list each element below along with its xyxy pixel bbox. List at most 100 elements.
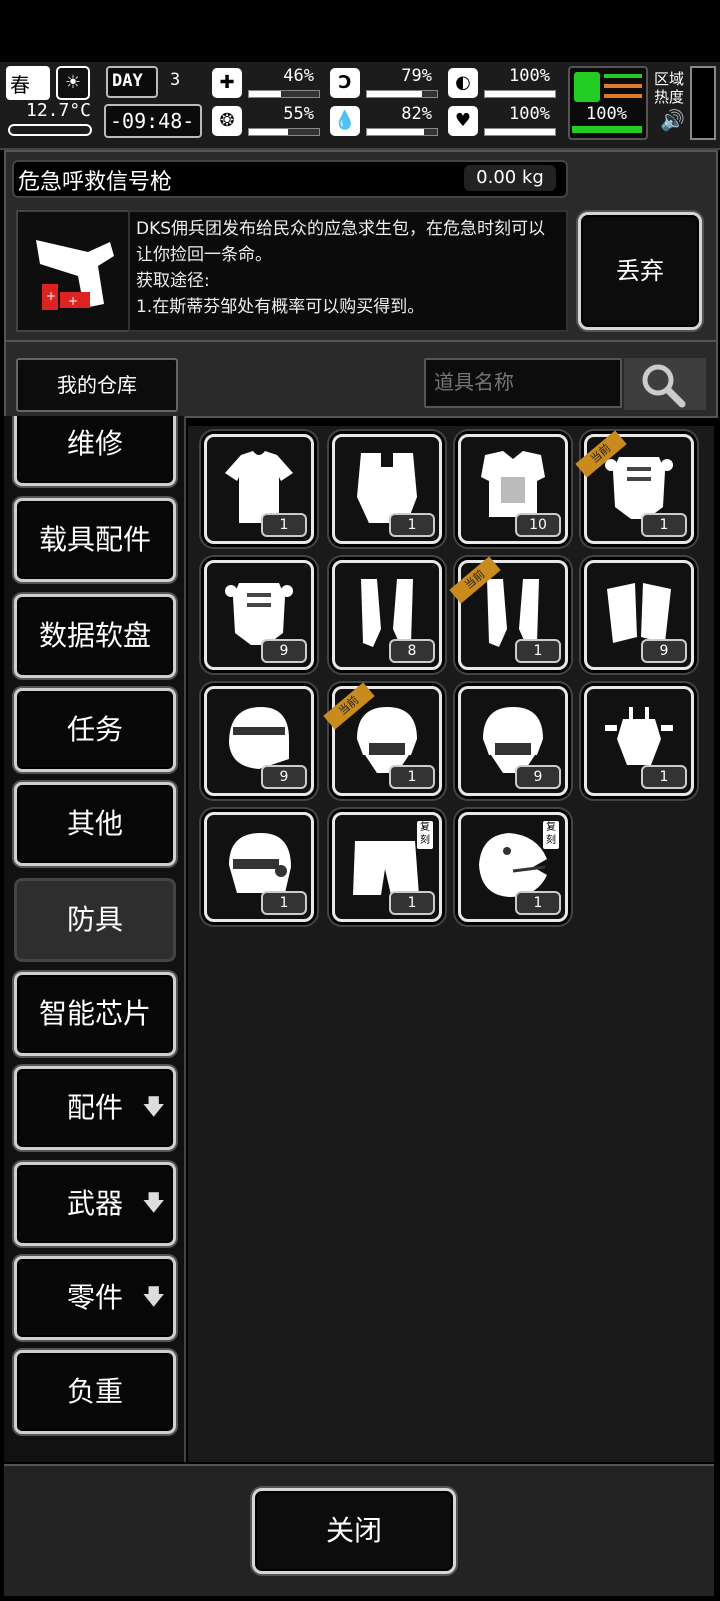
item-slot[interactable]: 9: [204, 686, 314, 796]
category-repair[interactable]: 维修: [14, 416, 176, 486]
category-quest[interactable]: 任务: [14, 688, 176, 772]
zone-heat-meter: [690, 66, 716, 140]
category-attachments[interactable]: 配件 🡇: [14, 1066, 176, 1150]
day-badge: DAY: [106, 66, 158, 98]
system-status-bar: [0, 0, 720, 62]
day-label: DAY: [112, 71, 143, 91]
discard-button[interactable]: 丢弃: [578, 212, 702, 330]
clock-readout: -09:48-: [110, 109, 195, 133]
category-label: 防具: [66, 903, 123, 936]
item-slot[interactable]: 当前 1: [449, 556, 568, 670]
item-slot[interactable]: 1: [204, 434, 314, 544]
category-load[interactable]: 负重: [14, 1350, 176, 1434]
item-slot[interactable]: 复刻 1: [332, 812, 442, 922]
category-label: 载具配件: [38, 523, 151, 556]
clock-box: -09:48-: [104, 104, 202, 138]
stamina-bar: [572, 126, 642, 133]
item-count: 1: [261, 513, 307, 537]
close-button[interactable]: 关闭: [252, 1488, 456, 1574]
svg-text:+: +: [46, 289, 56, 303]
item-count: 1: [641, 765, 687, 789]
category-vehicle-parts[interactable]: 载具配件: [14, 498, 176, 582]
category-data-disk[interactable]: 数据软盘: [14, 594, 176, 678]
health-bar: [248, 90, 320, 98]
item-thumbnail: + +: [16, 210, 132, 332]
mood-value: 100%: [509, 104, 550, 124]
sun-icon: ☀: [56, 66, 90, 100]
item-name: 危急呼救信号枪: [18, 170, 173, 195]
item-slot[interactable]: 10: [458, 434, 568, 544]
item-slot[interactable]: 1: [204, 812, 314, 922]
boot-icon: [574, 72, 600, 102]
item-slot[interactable]: 1: [332, 434, 442, 544]
arrow-down-icon: 🡇: [142, 1285, 165, 1310]
item-slot[interactable]: 1: [584, 686, 694, 796]
thermometer-icon: [8, 124, 92, 136]
category-label: 其他: [66, 807, 123, 840]
stomach-icon: Ɔ: [330, 68, 360, 98]
item-count: 1: [261, 891, 307, 915]
item-search-input[interactable]: [424, 358, 622, 408]
category-sidebar[interactable]: 维修 载具配件 数据软盘 任务 其他 防具 智能芯片 配件 🡇 武器 🡇 零件 🡇 负…: [4, 416, 186, 1462]
svg-text:+: +: [68, 294, 78, 308]
item-count: 1: [389, 765, 435, 789]
category-armor[interactable]: 防具: [14, 878, 176, 962]
mood-bar: [484, 128, 556, 136]
category-label: 负重: [66, 1375, 123, 1408]
brain-icon: ❂: [212, 106, 242, 136]
item-count: 9: [261, 639, 307, 663]
item-count: 1: [515, 639, 561, 663]
armor-icon: ◐: [448, 68, 478, 98]
item-slot[interactable]: 复刻 1: [458, 812, 568, 922]
item-slot[interactable]: 8: [332, 560, 442, 670]
sanity-bar: [248, 128, 320, 136]
sound-icon[interactable]: 🔊: [660, 108, 685, 132]
arrow-down-icon: 🡇: [142, 1191, 165, 1216]
hunger-bar: [366, 90, 438, 98]
arrow-down-icon: 🡇: [142, 1095, 165, 1120]
item-count: 9: [641, 639, 687, 663]
item-description: DKS佣兵团发布给民众的应急求生包，在危急时刻可以让你捡回一条命。 获取途径: …: [136, 219, 546, 317]
item-count: 1: [641, 513, 687, 537]
zone-heat-label: 区域 热度: [654, 70, 685, 106]
hunger-value: 79%: [401, 66, 432, 86]
item-count: 9: [261, 765, 307, 789]
temperature-readout: 12.7°C: [26, 100, 92, 121]
category-label: 智能芯片: [38, 997, 151, 1030]
item-count: 9: [515, 765, 561, 789]
item-slot[interactable]: 9: [458, 686, 568, 796]
heart-icon: ♥: [448, 106, 478, 136]
search-button[interactable]: [624, 358, 706, 410]
category-label: 配件: [66, 1091, 123, 1124]
my-warehouse-button[interactable]: 我的仓库: [16, 358, 178, 412]
category-weapons[interactable]: 武器 🡇: [14, 1162, 176, 1246]
hud-panel: 春 ☀ 12.7°C DAY 3 -09:48- ✚ 46% Ɔ 79% ◐ 1…: [0, 62, 720, 150]
category-other[interactable]: 其他: [14, 782, 176, 866]
item-slot[interactable]: 9: [204, 560, 314, 670]
category-label: 任务: [66, 713, 123, 746]
category-label: 数据软盘: [38, 619, 151, 652]
item-count: 1: [389, 513, 435, 537]
item-slot[interactable]: 9: [584, 560, 694, 670]
category-label: 武器: [66, 1187, 123, 1220]
reprint-tag: 复刻: [417, 821, 433, 849]
thirst-value: 82%: [401, 104, 432, 124]
category-parts[interactable]: 零件 🡇: [14, 1256, 176, 1340]
item-slot[interactable]: 当前 1: [323, 682, 442, 796]
flare-gun-icon: + +: [36, 240, 114, 310]
sanity-value: 55%: [283, 104, 314, 124]
search-icon: [642, 364, 686, 408]
item-count: 1: [389, 891, 435, 915]
item-slot[interactable]: 当前 1: [575, 430, 694, 544]
item-grid: 1 1 10 当前 1 9 8 当前 1 9 9 当前 1 9 1 1 复刻 1…: [188, 426, 714, 1462]
season-badge: 春: [6, 66, 50, 100]
medkit-icon: ✚: [212, 68, 242, 98]
category-smart-chip[interactable]: 智能芯片: [14, 972, 176, 1056]
item-count: 10: [515, 513, 561, 537]
stamina-value: 100%: [586, 104, 627, 124]
item-weight: 0.00 kg: [464, 165, 556, 191]
item-count: 1: [515, 891, 561, 915]
armor-bar: [484, 90, 556, 98]
item-count: 8: [389, 639, 435, 663]
category-label: 维修: [66, 427, 123, 460]
